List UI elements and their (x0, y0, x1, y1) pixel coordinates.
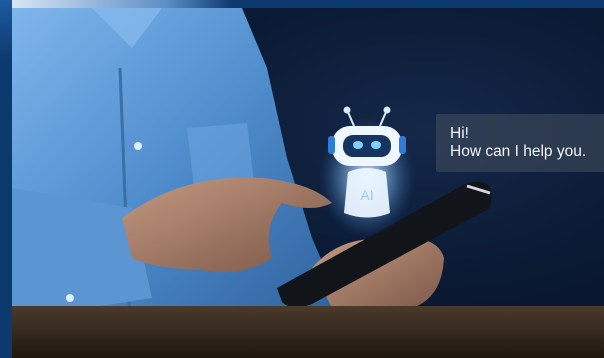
chat-greeting: Hi! (450, 125, 469, 142)
chat-bubble: Hi! How can I help you. (436, 114, 604, 172)
cuff-button (66, 294, 74, 302)
wooden-table (12, 306, 604, 358)
frame-top-accent (12, 0, 232, 8)
chatbot-photo: AI Hi! How can I help you. (12, 8, 604, 358)
frame-corner-accent (0, 0, 12, 60)
photo-scene: AI (12, 8, 604, 358)
chat-message: How can I help you. (450, 143, 587, 160)
image-frame: AI Hi! How can I help you. (0, 0, 604, 358)
robot-chest-label: AI (360, 187, 373, 203)
shirt-button (134, 142, 142, 150)
